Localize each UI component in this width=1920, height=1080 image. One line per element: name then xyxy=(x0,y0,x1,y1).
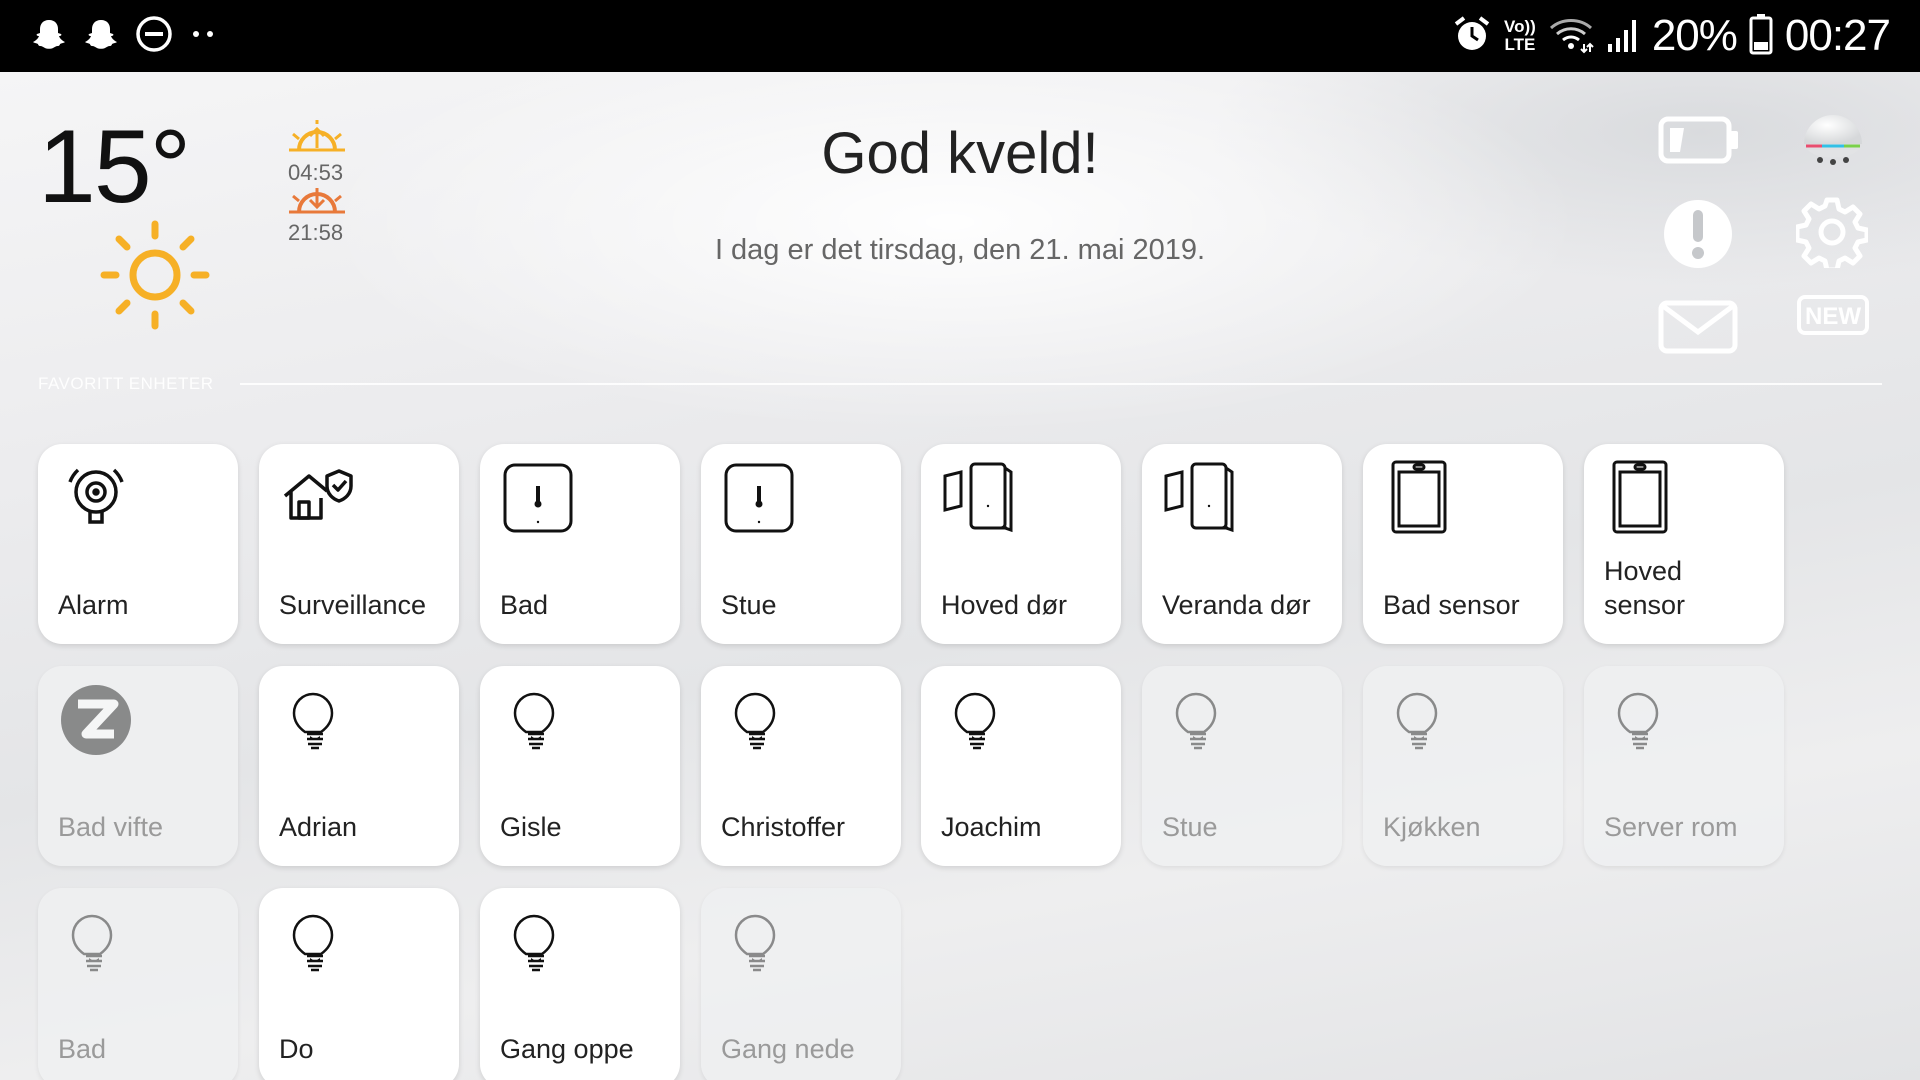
battery-percent: 20% xyxy=(1651,11,1738,60)
tile-label: Hoved sensor xyxy=(1604,556,1686,620)
tile-label: Adrian xyxy=(279,812,358,842)
tile-bad-sensor[interactable]: Bad sensor xyxy=(1363,444,1563,644)
door-sensor-icon xyxy=(939,458,1019,543)
mail-icon[interactable] xyxy=(1658,300,1738,359)
motion-sensor-icon xyxy=(1602,458,1682,543)
tile-veranda-dor[interactable]: Veranda dør xyxy=(1142,444,1342,644)
door-sensor-icon xyxy=(1160,458,1240,543)
tile-surveillance[interactable]: Surveillance xyxy=(259,444,459,644)
tile-label: Surveillance xyxy=(279,590,427,620)
clock: 00:27 xyxy=(1784,11,1891,60)
light-bulb-icon xyxy=(1160,680,1240,765)
wifi-icon xyxy=(1548,14,1594,59)
tile-label: Gisle xyxy=(500,812,562,842)
tile-gang-nede[interactable]: Gang nede xyxy=(701,888,901,1080)
tile-label: Bad vifte xyxy=(58,812,164,842)
section-label: FAVORITT ENHETER xyxy=(38,374,214,393)
tile-label: Christoffer xyxy=(721,812,846,842)
tile-label: Alarm xyxy=(58,590,129,620)
tile-label: Stue xyxy=(721,590,777,620)
signal-icon xyxy=(1606,14,1640,59)
new-badge-text: NEW xyxy=(1805,303,1861,330)
tile-alarm[interactable]: Alarm xyxy=(38,444,238,644)
tile-adrian[interactable]: Adrian xyxy=(259,666,459,866)
tile-label: Do xyxy=(279,1034,314,1064)
section-divider xyxy=(240,383,1882,385)
lte-label: LTE xyxy=(1504,35,1536,54)
tile-label: Kjøkken xyxy=(1383,812,1481,842)
zwave-icon xyxy=(56,680,136,765)
light-bulb-icon xyxy=(939,680,1019,765)
hub-device-icon[interactable] xyxy=(1798,104,1868,179)
light-bulb-icon xyxy=(277,680,357,765)
volte-indicator: Vo)) LTE xyxy=(1504,18,1536,54)
snapchat-icon xyxy=(82,15,120,53)
thermometer-sensor-icon xyxy=(498,458,578,543)
do-not-disturb-icon xyxy=(134,14,174,54)
tile-joachim[interactable]: Joachim xyxy=(921,666,1121,866)
gear-icon[interactable] xyxy=(1794,196,1870,273)
light-bulb-icon xyxy=(56,902,136,987)
tile-do[interactable]: Do xyxy=(259,888,459,1080)
alarm-clock-icon xyxy=(1452,14,1492,59)
status-bar: Vo)) LTE 20% 00:27 xyxy=(0,0,1920,72)
alarm-bell-icon xyxy=(56,458,136,543)
dashboard: 15° 04:53 21:58 God kveld! I dag er det … xyxy=(0,72,1920,1080)
tile-hoved-sensor[interactable]: Hoved sensor xyxy=(1584,444,1784,644)
house-shield-icon xyxy=(277,458,357,543)
tile-label: Gang nede xyxy=(721,1034,855,1064)
tile-label: Veranda dør xyxy=(1162,590,1311,620)
light-bulb-icon xyxy=(1381,680,1461,765)
new-features-badge[interactable]: NEW xyxy=(1796,294,1870,341)
light-bulb-icon xyxy=(498,902,578,987)
more-dots-icon xyxy=(188,24,218,44)
light-bulb-icon xyxy=(498,680,578,765)
light-bulb-icon xyxy=(277,902,357,987)
snapchat-icon xyxy=(30,15,68,53)
tile-label: Gang oppe xyxy=(500,1034,634,1064)
tile-bad-vifte[interactable]: Bad vifte xyxy=(38,666,238,866)
system-status: Vo)) LTE 20% 00:27 xyxy=(1452,10,1891,62)
tile-label: Server rom xyxy=(1604,812,1738,842)
motion-sensor-icon xyxy=(1381,458,1461,543)
notification-icons xyxy=(30,14,218,54)
tile-label: Stue xyxy=(1162,812,1218,842)
light-bulb-icon xyxy=(719,680,799,765)
tile-christoffer[interactable]: Christoffer xyxy=(701,666,901,866)
battery-icon xyxy=(1749,13,1773,60)
tile-label: Bad xyxy=(500,590,549,620)
thermometer-sensor-icon xyxy=(719,458,799,543)
alert-icon[interactable] xyxy=(1662,198,1734,275)
tile-label: Bad xyxy=(58,1034,107,1064)
light-bulb-icon xyxy=(1602,680,1682,765)
tile-stue-temperature[interactable]: Stue xyxy=(701,444,901,644)
tile-hoved-dor[interactable]: Hoved dør xyxy=(921,444,1121,644)
tile-gisle[interactable]: Gisle xyxy=(480,666,680,866)
tile-bad-temperature[interactable]: Bad xyxy=(480,444,680,644)
tile-server-rom[interactable]: Server rom xyxy=(1584,666,1784,866)
tile-kjokken[interactable]: Kjøkken xyxy=(1363,666,1563,866)
tile-stue-light[interactable]: Stue xyxy=(1142,666,1342,866)
tile-label: Bad sensor xyxy=(1383,590,1520,620)
tile-bad-light[interactable]: Bad xyxy=(38,888,238,1080)
tile-label: Joachim xyxy=(941,812,1042,842)
tile-gang-oppe[interactable]: Gang oppe xyxy=(480,888,680,1080)
date-text: I dag er det tirsdag, den 21. mai 2019. xyxy=(714,234,1206,266)
tile-label: Hoved dør xyxy=(941,590,1068,620)
light-bulb-icon xyxy=(719,902,799,987)
battery-status-icon[interactable] xyxy=(1658,116,1740,169)
volte-label: Vo)) xyxy=(1504,17,1536,36)
greeting: God kveld! xyxy=(821,121,1099,186)
sunset-icon xyxy=(285,182,349,223)
